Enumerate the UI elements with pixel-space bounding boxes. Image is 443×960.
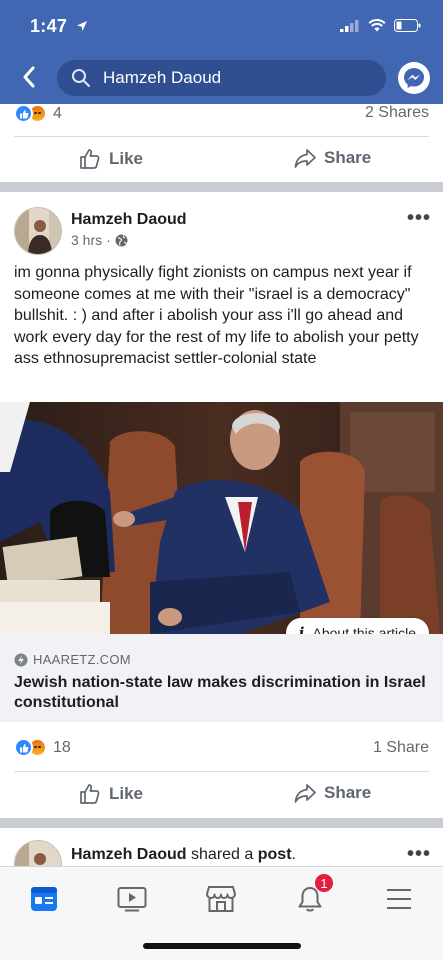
article-image[interactable] (0, 402, 443, 634)
tab-news-feed[interactable] (24, 879, 64, 919)
status-time: 1:47 (30, 16, 88, 37)
menu-icon (387, 889, 411, 909)
post-time[interactable]: 3 hrs (71, 232, 102, 248)
watch-icon (117, 887, 147, 912)
next-post-options-button[interactable]: ••• (407, 843, 431, 866)
status-icons (340, 19, 421, 32)
post-options-button[interactable]: ••• (407, 207, 431, 230)
post-separator (0, 182, 443, 192)
like-label: Like (109, 784, 144, 803)
reaction-summary-top[interactable]: 4 (14, 104, 62, 123)
divider (14, 136, 429, 137)
tab-watch[interactable] (112, 879, 152, 919)
post-separator (0, 818, 443, 828)
next-post-verb: shared a (191, 846, 254, 863)
post-author-name[interactable]: Hamzeh Daoud (71, 211, 187, 229)
article-domain: HAARETZ.COM (14, 652, 131, 667)
like-reaction-icon (14, 738, 33, 757)
share-arrow-icon (294, 784, 316, 803)
like-button[interactable]: Like (79, 148, 143, 170)
share-count[interactable]: 2 Shares (365, 104, 429, 122)
share-label: Share (324, 148, 372, 167)
reaction-summary[interactable]: 18 (14, 738, 71, 757)
divider (14, 771, 429, 772)
article-link-box[interactable]: HAARETZ.COM Jewish nation-state law make… (0, 634, 443, 722)
article-title: Jewish nation-state law makes discrimina… (14, 674, 426, 711)
share-button[interactable]: Share (294, 148, 371, 168)
thumbs-up-icon (80, 149, 100, 169)
status-time-text: 1:47 (30, 16, 68, 36)
location-arrow-icon (76, 21, 87, 31)
search-input[interactable]: Hamzeh Daoud (57, 60, 386, 96)
globe-icon (115, 234, 128, 246)
app-header: 1:47 Hamzeh Daoud (0, 0, 443, 104)
share-button[interactable]: Share (294, 783, 371, 803)
reaction-count: 18 (53, 738, 71, 756)
thumbs-up-icon (80, 784, 100, 804)
home-indicator (143, 943, 301, 949)
share-arrow-icon (294, 149, 316, 168)
next-post-punct: . (291, 846, 296, 863)
article-domain-text: HAARETZ.COM (33, 652, 131, 667)
back-button[interactable] (14, 62, 44, 92)
search-row: Hamzeh Daoud (0, 56, 443, 100)
next-post-author[interactable]: Hamzeh Daoud (71, 846, 187, 863)
next-post-object-link[interactable]: post (258, 846, 292, 863)
search-icon (72, 69, 90, 87)
notification-badge: 1 (314, 873, 334, 893)
tab-notifications[interactable]: 1 (290, 873, 334, 919)
tab-marketplace[interactable] (201, 879, 241, 919)
wifi-icon (368, 19, 386, 32)
back-chevron-icon (23, 66, 35, 88)
share-label: Share (324, 783, 372, 802)
meta-separator: · (106, 232, 111, 248)
messenger-button[interactable] (398, 62, 430, 94)
post-meta: 3 hrs · (71, 232, 128, 248)
lightning-icon (14, 653, 28, 666)
reaction-count: 4 (53, 104, 62, 122)
like-button[interactable]: Like (79, 783, 143, 805)
like-reaction-icon (14, 104, 33, 123)
news-feed-icon (31, 887, 57, 911)
like-label: Like (109, 149, 144, 168)
share-count[interactable]: 1 Share (373, 739, 429, 757)
cellular-signal-icon (340, 19, 359, 32)
search-query: Hamzeh Daoud (103, 68, 222, 87)
post-text: im gonna physically fight zionists on ca… (14, 264, 419, 368)
tab-menu[interactable] (379, 879, 419, 919)
next-post-header: Hamzeh Daoud shared a post. (71, 846, 296, 864)
marketplace-icon (206, 886, 236, 912)
battery-icon (394, 19, 421, 32)
status-bar: 1:47 (0, 0, 443, 54)
author-avatar[interactable] (14, 207, 62, 255)
messenger-icon (404, 68, 424, 88)
